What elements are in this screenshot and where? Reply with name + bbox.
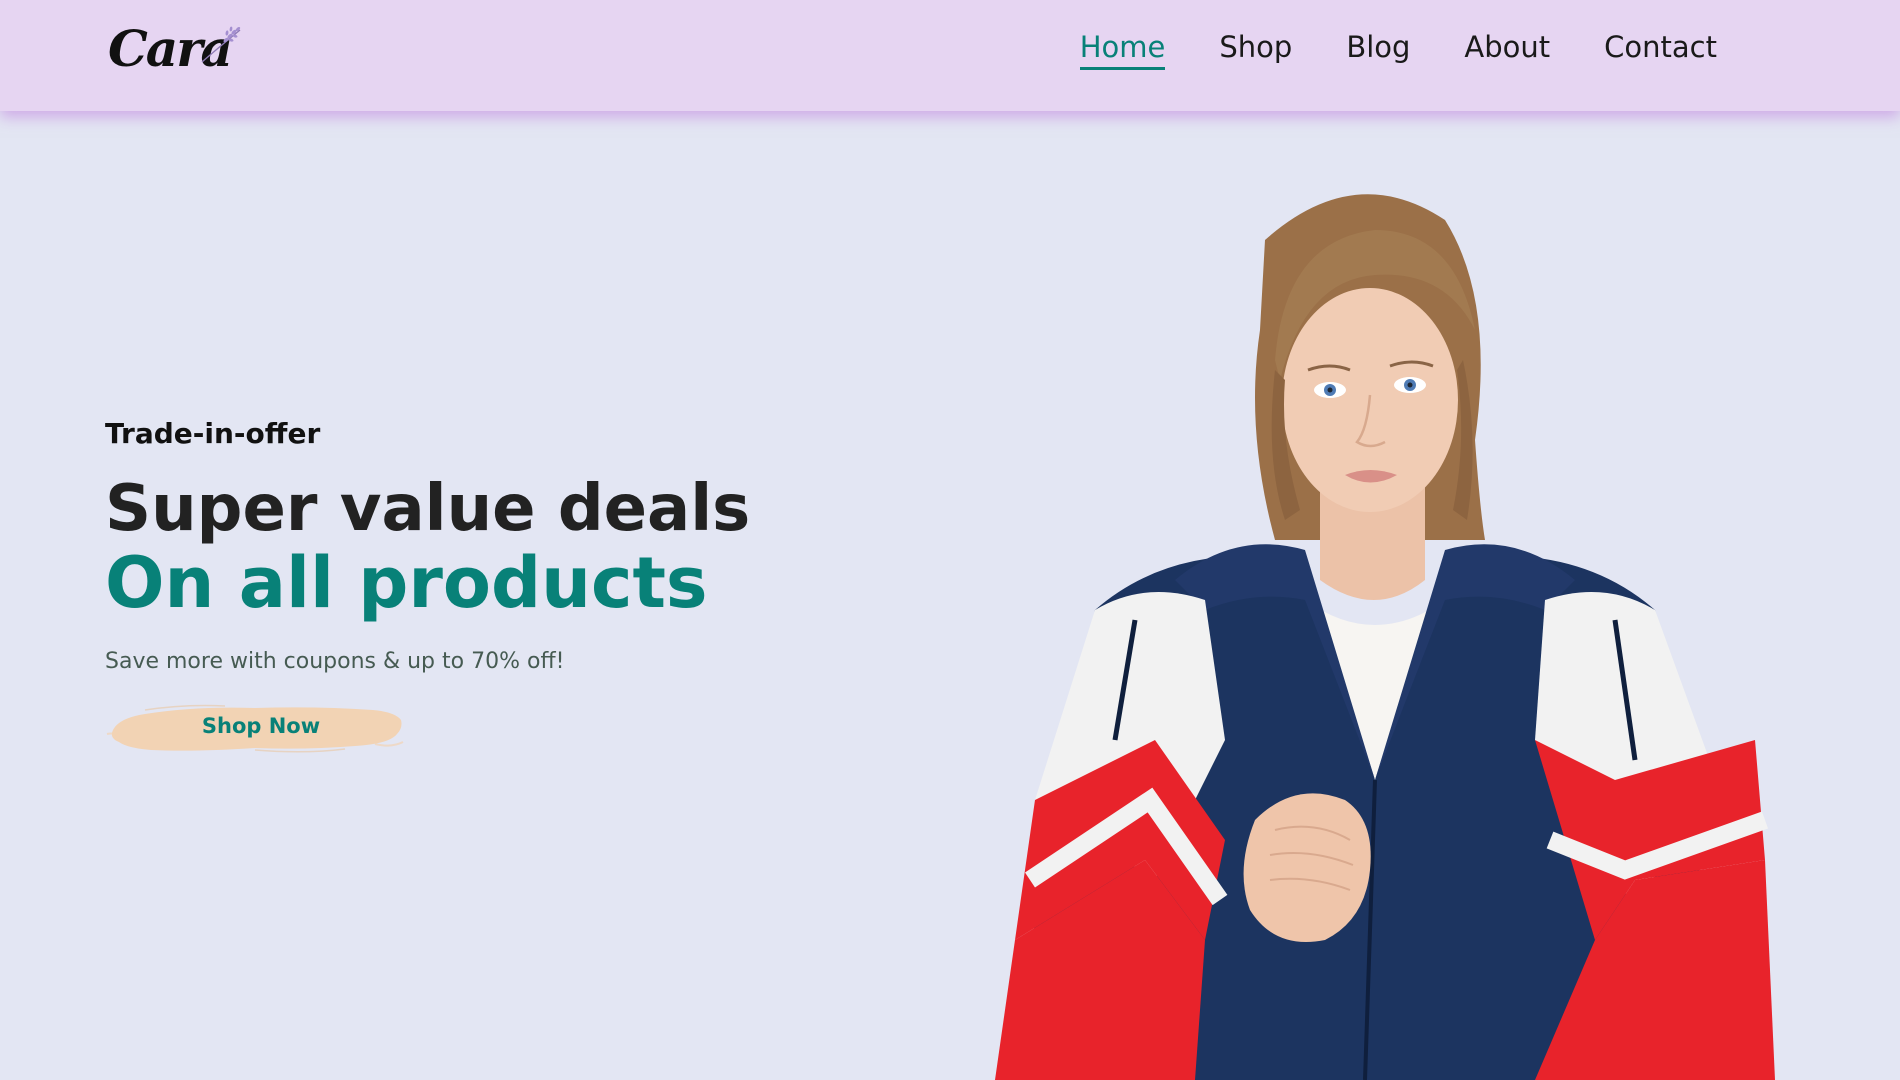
- logo[interactable]: Cara: [104, 22, 244, 86]
- shop-now-button[interactable]: Shop Now: [105, 694, 405, 758]
- hero-section: Trade-in-offer Super value deals On all …: [105, 420, 905, 758]
- nav-contact[interactable]: Contact: [1604, 30, 1717, 70]
- nav-about[interactable]: About: [1464, 30, 1550, 70]
- nav-home[interactable]: Home: [1079, 30, 1165, 70]
- hero-model-image: [995, 194, 1775, 1080]
- hero-subheadline: On all products: [105, 542, 708, 625]
- hero-tagline: Save more with coupons & up to 70% off!: [105, 648, 565, 674]
- hero-eyebrow: Trade-in-offer: [105, 417, 321, 450]
- lavender-sprig-icon: [201, 26, 241, 63]
- main-nav: Home Shop Blog About Contact: [1079, 30, 1717, 70]
- shop-now-label: Shop Now: [201, 713, 321, 738]
- site-header: Cara Home Shop Blog About Contact: [0, 0, 1900, 111]
- nav-shop[interactable]: Shop: [1219, 30, 1292, 70]
- nav-blog[interactable]: Blog: [1346, 30, 1410, 70]
- hero-headline: Super value deals: [105, 472, 751, 546]
